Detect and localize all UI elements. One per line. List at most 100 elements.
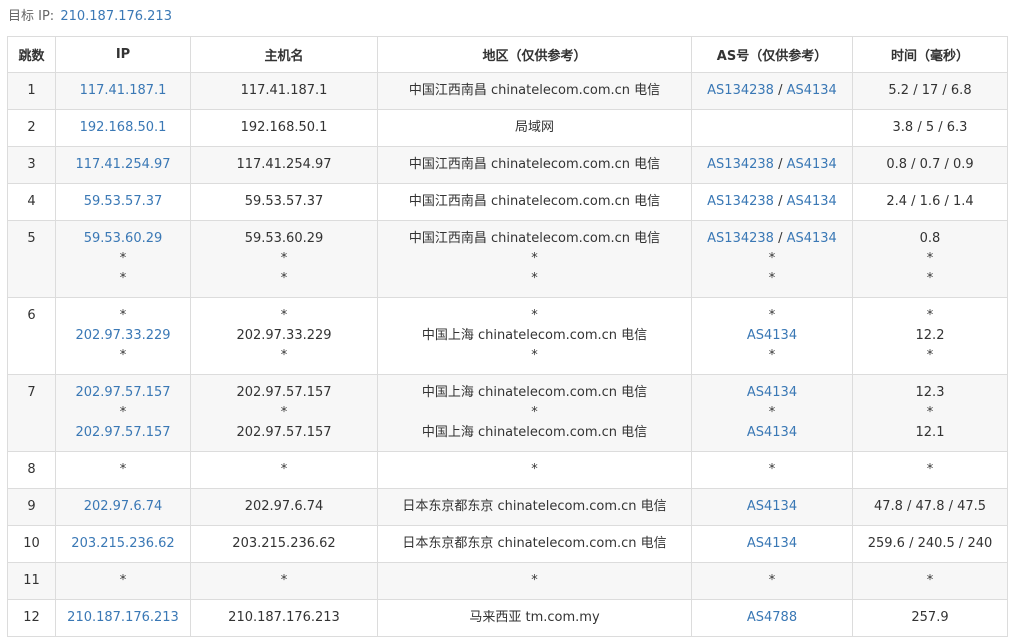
ip-link[interactable]: 210.187.176.213 bbox=[60, 608, 186, 628]
region-text: * bbox=[531, 348, 538, 363]
as-link[interactable]: AS4134 bbox=[747, 328, 797, 343]
as-link[interactable]: AS4134 bbox=[747, 385, 797, 400]
time-cell: * 12.2 * bbox=[852, 297, 1008, 375]
ip-cell: * bbox=[55, 451, 191, 489]
ip-link[interactable]: 192.168.50.1 bbox=[60, 118, 186, 138]
hostname-cell: 59.53.60.29 * * bbox=[190, 220, 378, 298]
hostname-text: 117.41.187.1 bbox=[240, 83, 328, 98]
hostname-cell: 59.53.57.37 bbox=[190, 183, 378, 221]
region-cell: 中国江西南昌 chinatelecom.com.cn 电信 * * bbox=[377, 220, 692, 298]
as-cell: AS134238 / AS4134 bbox=[691, 72, 853, 110]
region-cell: 中国江西南昌 chinatelecom.com.cn 电信 bbox=[377, 146, 692, 184]
ip-link[interactable]: 203.215.236.62 bbox=[60, 534, 186, 554]
time-text: 47.8 / 47.8 / 47.5 bbox=[873, 499, 987, 514]
hostname-text: 210.187.176.213 bbox=[228, 610, 340, 625]
as-link[interactable]: AS4134 bbox=[787, 194, 837, 209]
time-text: 259.6 / 240.5 / 240 bbox=[867, 536, 993, 551]
time-text: * bbox=[926, 308, 934, 323]
time-cell: * bbox=[852, 562, 1008, 600]
as-link[interactable]: AS134238 bbox=[707, 157, 774, 172]
as-line: * bbox=[696, 249, 848, 269]
as-link[interactable]: AS4134 bbox=[787, 157, 837, 172]
ip-link[interactable]: 202.97.6.74 bbox=[60, 497, 186, 517]
time-text: * bbox=[926, 348, 934, 363]
as-line bbox=[696, 118, 848, 138]
target-ip-link[interactable]: 210.187.176.213 bbox=[60, 9, 172, 24]
region-cell: 中国江西南昌 chinatelecom.com.cn 电信 bbox=[377, 183, 692, 221]
as-link[interactable]: AS4134 bbox=[787, 231, 837, 246]
as-timeout: * bbox=[768, 271, 776, 286]
ip-link[interactable]: 59.53.57.37 bbox=[60, 192, 186, 212]
as-link[interactable]: AS4134 bbox=[747, 536, 797, 551]
region-cell: 中国江西南昌 chinatelecom.com.cn 电信 bbox=[377, 72, 692, 110]
table-row: 4 59.53.57.37 59.53.57.37 中国江西南昌 chinatelec… bbox=[7, 183, 1008, 221]
hop-cell: 6 bbox=[7, 297, 56, 375]
hostname-text: 192.168.50.1 bbox=[240, 120, 328, 135]
ip-timeout: * bbox=[119, 462, 127, 477]
hostname-cell: 210.187.176.213 bbox=[190, 599, 378, 637]
as-link[interactable]: AS134238 bbox=[707, 231, 774, 246]
as-line: AS134238 / AS4134 bbox=[696, 192, 848, 212]
as-link[interactable]: AS4788 bbox=[747, 610, 797, 625]
ip-link[interactable]: 117.41.254.97 bbox=[60, 155, 186, 175]
time-text: 5.2 / 17 / 6.8 bbox=[888, 83, 972, 98]
as-line: AS134238 / AS4134 bbox=[696, 229, 848, 249]
as-line: AS4788 bbox=[696, 608, 848, 628]
region-text: * bbox=[531, 251, 538, 266]
hostname-cell: 202.97.57.157 * 202.97.57.157 bbox=[190, 374, 378, 452]
region-text: * bbox=[531, 405, 538, 420]
hostname-cell: 203.215.236.62 bbox=[190, 525, 378, 563]
hop-cell: 5 bbox=[7, 220, 56, 298]
time-text: * bbox=[926, 271, 934, 286]
as-link[interactable]: AS4134 bbox=[747, 425, 797, 440]
region-text: 中国江西南昌 chinatelecom.com.cn 电信 bbox=[408, 194, 661, 209]
time-cell: 257.9 bbox=[852, 599, 1008, 637]
as-line: AS4134 bbox=[696, 497, 848, 517]
ip-timeout: * bbox=[119, 271, 127, 286]
time-text: * bbox=[926, 462, 934, 477]
ip-link[interactable]: 202.97.57.157 bbox=[60, 383, 186, 403]
time-cell: 12.3 * 12.1 bbox=[852, 374, 1008, 452]
as-link[interactable]: AS134238 bbox=[707, 83, 774, 98]
as-link[interactable]: AS134238 bbox=[707, 194, 774, 209]
table-row: 5 59.53.60.29 * * 59.53.60.29 * * 中国江西南昌 chinat… bbox=[7, 220, 1008, 298]
as-line: AS4134 bbox=[696, 383, 848, 403]
as-link[interactable]: AS4134 bbox=[787, 83, 837, 98]
as-timeout: * bbox=[768, 308, 776, 323]
time-cell: 2.4 / 1.6 / 1.4 bbox=[852, 183, 1008, 221]
as-cell: AS134238 / AS4134 bbox=[691, 183, 853, 221]
as-cell: AS4134 bbox=[691, 488, 853, 526]
col-header-hop: 跳数 bbox=[7, 36, 56, 73]
hostname-cell: * bbox=[190, 451, 378, 489]
ip-link[interactable]: 202.97.57.157 bbox=[60, 423, 186, 443]
as-timeout: * bbox=[768, 573, 776, 588]
time-text: 0.8 / 0.7 / 0.9 bbox=[886, 157, 974, 172]
ip-link[interactable]: 59.53.60.29 bbox=[60, 229, 186, 249]
region-cell: 马来西亚 tm.com.my bbox=[377, 599, 692, 637]
target-label: 目标 IP: bbox=[8, 9, 55, 24]
as-cell: * AS4134 * bbox=[691, 297, 853, 375]
ip-cell: 203.215.236.62 bbox=[55, 525, 191, 563]
ip-link[interactable]: 117.41.187.1 bbox=[60, 81, 186, 101]
ip-cell: 117.41.187.1 bbox=[55, 72, 191, 110]
as-line: AS4134 bbox=[696, 423, 848, 443]
hostname-text: * bbox=[280, 308, 288, 323]
ip-cell: * bbox=[55, 562, 191, 600]
time-text: * bbox=[926, 251, 934, 266]
ip-timeout: * bbox=[119, 308, 127, 323]
time-text: 12.3 bbox=[915, 385, 945, 400]
as-cell: AS4788 bbox=[691, 599, 853, 637]
hostname-cell: 117.41.187.1 bbox=[190, 72, 378, 110]
region-text: 中国上海 chinatelecom.com.cn 电信 bbox=[421, 328, 648, 343]
as-cell: AS134238 / AS4134 bbox=[691, 146, 853, 184]
hostname-text: 203.215.236.62 bbox=[232, 536, 336, 551]
region-text: 日本东京都东京 chinatelecom.com.cn 电信 bbox=[402, 499, 667, 514]
hostname-text: * bbox=[280, 348, 288, 363]
ip-link[interactable]: 202.97.33.229 bbox=[60, 326, 186, 346]
region-cell: 日本东京都东京 chinatelecom.com.cn 电信 bbox=[377, 488, 692, 526]
region-text: 中国江西南昌 chinatelecom.com.cn 电信 bbox=[408, 83, 661, 98]
as-link[interactable]: AS4134 bbox=[747, 499, 797, 514]
table-row: 11 * * * * * bbox=[7, 562, 1008, 600]
as-timeout: * bbox=[768, 462, 776, 477]
region-text: 中国上海 chinatelecom.com.cn 电信 bbox=[421, 385, 648, 400]
